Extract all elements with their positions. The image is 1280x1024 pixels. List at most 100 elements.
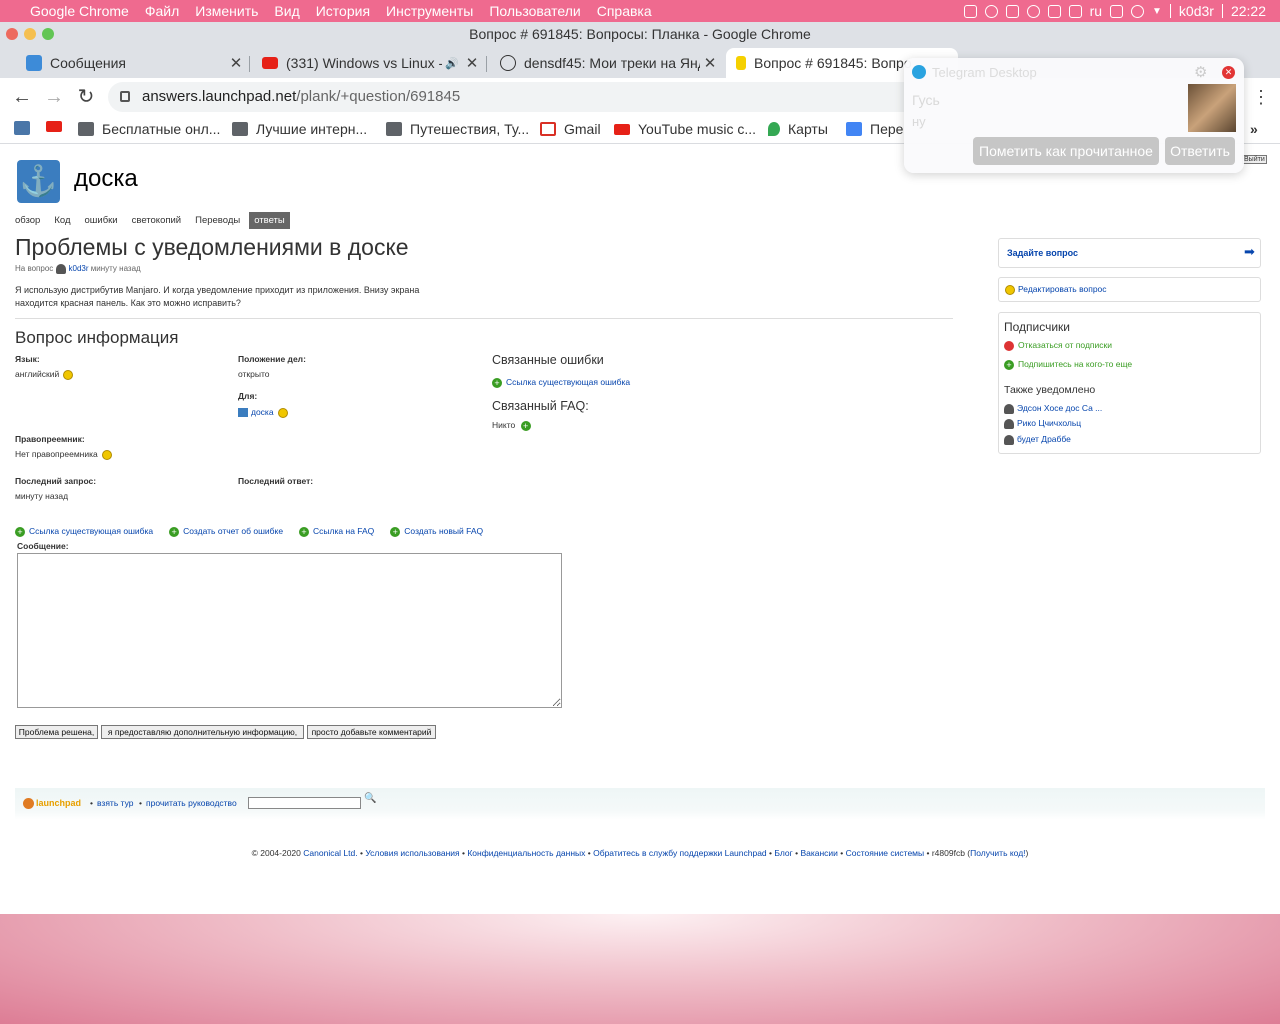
subscriber-link[interactable]: Рико Цчичхольц [1004, 418, 1081, 429]
link-bug-link[interactable]: + Ссылка существующая ошибка [492, 377, 630, 388]
message-textarea[interactable] [17, 553, 562, 708]
read-guide-link[interactable]: прочитать руководство [146, 798, 237, 808]
reply-button[interactable]: Ответить [1165, 137, 1235, 165]
edit-question-label: Редактировать вопрос [1018, 284, 1107, 294]
edit-icon[interactable] [277, 407, 288, 418]
support-link[interactable]: Обратитесь в службу поддержки Launchpad [593, 848, 767, 858]
close-window-icon[interactable] [6, 28, 18, 40]
close-tab-icon[interactable]: ✕ [462, 54, 482, 72]
edit-icon[interactable] [63, 369, 74, 380]
careers-link[interactable]: Вакансии [800, 848, 837, 858]
bell-icon[interactable] [963, 4, 977, 18]
edit-question-box[interactable]: Редактировать вопрос [998, 277, 1261, 302]
bookmark-vk[interactable] [14, 121, 38, 135]
tab-answers[interactable]: ответы [249, 212, 290, 229]
tab-youtube[interactable]: (331) Windows vs Linux - 🔊 ✕ [252, 48, 482, 78]
action-link-bug[interactable]: + Ссылка существующая ошибка [15, 526, 153, 537]
action-create-faq[interactable]: + Создать новый FAQ [390, 526, 483, 537]
bookmark-folder-free[interactable]: Бесплатные онл... [78, 121, 220, 137]
tab-blueprints[interactable]: светокопий [127, 212, 187, 229]
close-tab-icon[interactable]: ✕ [226, 54, 246, 72]
ask-question-box[interactable]: Задайте вопрос ➡ [998, 238, 1261, 268]
menu-edit[interactable]: Изменить [187, 3, 266, 19]
volume-icon[interactable] [1047, 4, 1061, 18]
logout-button[interactable]: Выйти [1242, 155, 1267, 164]
bookmark-folder-travel[interactable]: Путешествия, Ту... [386, 121, 529, 137]
arrow-right-icon[interactable]: ➡ [1244, 244, 1255, 260]
blog-link[interactable]: Блог [774, 848, 792, 858]
for-value-link[interactable]: доска [251, 407, 274, 417]
project-name[interactable]: доска [74, 165, 138, 193]
menu-app-name[interactable]: Google Chrome [22, 3, 137, 19]
add-faq-icon[interactable]: + [520, 420, 531, 431]
menu-history[interactable]: История [308, 3, 378, 19]
anchor-logo-icon[interactable]: ⚓ [17, 160, 60, 203]
clock-time[interactable]: 22:22 [1231, 3, 1266, 19]
terms-link[interactable]: Условия использования [365, 848, 459, 858]
tab-translations[interactable]: Переводы [190, 212, 245, 229]
bulb-icon[interactable] [1026, 4, 1040, 18]
lock-icon[interactable] [120, 91, 130, 102]
forward-icon[interactable]: → [43, 86, 65, 108]
reload-icon[interactable]: ↻ [75, 86, 97, 108]
settings-gear-icon[interactable]: ⚙ [1194, 63, 1207, 81]
meta-user-link[interactable]: k0d3r [69, 264, 89, 273]
speaker-icon[interactable]: 🔊 [442, 57, 462, 70]
bookmark-maps[interactable]: Карты [768, 121, 828, 137]
bookmark-gmail[interactable]: Gmail [540, 121, 601, 137]
back-icon[interactable]: ← [11, 86, 33, 108]
action-link-faq[interactable]: + Ссылка на FAQ [299, 526, 374, 537]
action-create-bug[interactable]: + Создать отчет об ошибке [169, 526, 283, 537]
menu-tools[interactable]: Инструменты [378, 3, 481, 19]
play-icon[interactable] [984, 4, 998, 18]
tab-yandex-music[interactable]: densdf45: Мои треки на Янд ✕ [490, 48, 720, 78]
message-label: Сообщение: [17, 541, 69, 551]
bookmarks-overflow-icon[interactable]: » [1250, 121, 1258, 137]
tab-bugs[interactable]: ошибки [80, 212, 123, 229]
network-icon[interactable] [1068, 4, 1082, 18]
subscribe-other-link[interactable]: + Подпишитесь на кого-то еще [1004, 359, 1132, 370]
search-icon[interactable]: 🔍 [364, 793, 376, 804]
mark-read-button[interactable]: Пометить как прочитанное [973, 137, 1159, 165]
maximize-window-icon[interactable] [42, 28, 54, 40]
bookmark-youtube-music[interactable]: YouTube music c... [614, 121, 756, 137]
launchpad-brand[interactable]: launchpad [23, 798, 81, 810]
minimize-window-icon[interactable] [24, 28, 36, 40]
menu-file[interactable]: Файл [137, 3, 187, 19]
tab-code[interactable]: Код [49, 212, 75, 229]
tab-overview[interactable]: обзор [10, 212, 45, 229]
menu-kebab-icon[interactable]: ⋮ [1250, 86, 1272, 108]
ask-question-link[interactable]: Задайте вопрос [1007, 248, 1078, 258]
edit-question-link[interactable]: Редактировать вопрос [1005, 284, 1107, 295]
bookmark-youtube[interactable] [46, 121, 70, 132]
more-info-button[interactable]: я предоставляю дополнительную информацию… [101, 725, 304, 739]
chat-icon[interactable] [1110, 4, 1124, 18]
unsubscribe-link[interactable]: Отказаться от подписки [1004, 340, 1112, 351]
menu-help[interactable]: Справка [589, 3, 660, 19]
problem-solved-button[interactable]: Проблема решена, [15, 725, 98, 739]
add-comment-button[interactable]: просто добавьте комментарий [307, 725, 436, 739]
menu-users[interactable]: Пользователи [481, 3, 588, 19]
clipboard-icon[interactable] [1005, 4, 1019, 18]
close-notification-icon[interactable]: ✕ [1222, 66, 1235, 79]
menu-view[interactable]: Вид [266, 3, 307, 19]
get-code-link[interactable]: Получить код! [970, 848, 1025, 858]
subscriber-link[interactable]: Эдсон Хосе дос Са ... [1004, 403, 1102, 414]
clock-icon[interactable] [1131, 4, 1145, 18]
apple-icon[interactable] [0, 0, 22, 22]
bookmark-folder-best[interactable]: Лучшие интерн... [232, 121, 367, 137]
telegram-notification[interactable]: Telegram Desktop ⚙ ✕ Гусь ну Пометить ка… [904, 58, 1244, 173]
bookmark-translate[interactable]: Пере [846, 121, 903, 137]
keyboard-layout[interactable]: ru [1090, 3, 1102, 19]
canonical-link[interactable]: Canonical Ltd. [303, 848, 357, 858]
tab-messages[interactable]: Сообщения ✕ [16, 48, 246, 78]
status-link[interactable]: Состояние системы [846, 848, 925, 858]
take-tour-link[interactable]: взять тур [97, 798, 133, 808]
user-name[interactable]: k0d3r [1179, 3, 1214, 19]
privacy-link[interactable]: Конфиденциальность данных [467, 848, 585, 858]
search-input[interactable] [248, 797, 361, 809]
edit-icon[interactable] [101, 449, 112, 460]
subscriber-link[interactable]: будет Драббе [1004, 434, 1071, 445]
wifi-icon[interactable]: ▼ [1152, 6, 1162, 17]
close-tab-icon[interactable]: ✕ [700, 54, 720, 72]
